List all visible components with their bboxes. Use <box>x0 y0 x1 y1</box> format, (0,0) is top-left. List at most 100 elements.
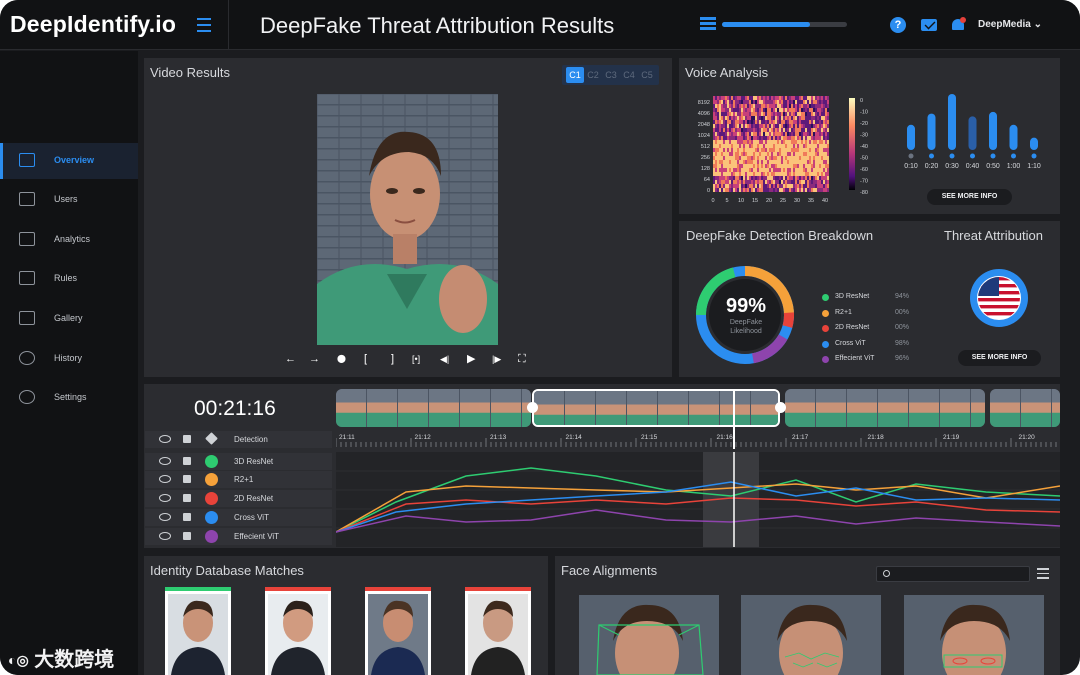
thumbnail-strip[interactable] <box>336 389 1060 427</box>
step-forward-button[interactable]: |▶ <box>492 352 501 366</box>
sidebar-item-users[interactable]: Users <box>0 182 138 218</box>
user-menu[interactable]: DeepMedia ⌄ <box>978 19 1042 30</box>
spectrogram-cell <box>823 160 825 164</box>
clip-selection-button[interactable]: [•] <box>412 352 420 366</box>
spectrogram-cell <box>815 172 817 176</box>
spectrogram-cell <box>783 108 785 112</box>
spectrogram-cell <box>759 128 761 132</box>
track-row-3d-resnet[interactable]: 3D ResNet <box>145 453 332 470</box>
history-icon <box>19 351 35 365</box>
face-search-input[interactable] <box>876 566 1030 582</box>
spectrogram-cell <box>713 160 715 164</box>
identity-match-card[interactable] <box>465 587 531 675</box>
sidebar-item-analytics[interactable]: Analytics <box>0 222 138 258</box>
time-ruler[interactable]: 21:11 21:12 21:13 21:14 21:15 21:16 21:17 21:18… <box>336 430 1060 448</box>
spectrogram-cell <box>793 120 795 124</box>
help-icon[interactable]: ? <box>890 17 906 33</box>
spectrogram-cell <box>741 164 743 168</box>
clip-segment[interactable] <box>785 389 985 427</box>
spectrogram-cell <box>823 128 825 132</box>
prev-frame-button[interactable]: ← <box>285 352 296 366</box>
notification-bell-icon[interactable] <box>951 17 966 33</box>
fullscreen-icon[interactable]: ⛶ <box>518 352 526 366</box>
sidebar-item-history[interactable]: History <box>0 341 138 377</box>
spectrogram-cell <box>783 112 785 116</box>
trim-handle[interactable] <box>527 402 538 413</box>
clip-segment[interactable] <box>336 389 531 427</box>
lock-icon[interactable] <box>183 494 191 502</box>
spectrogram-cell <box>771 120 773 124</box>
track-row-cross-vit[interactable]: Cross ViT <box>145 509 332 526</box>
selected-clip-segment[interactable] <box>532 389 780 427</box>
spectrogram-cell <box>825 140 827 144</box>
spectrogram-cell <box>777 148 779 152</box>
face-alignment-thumbnail[interactable] <box>741 595 881 675</box>
lock-icon[interactable] <box>183 513 191 521</box>
identity-match-card[interactable] <box>265 587 331 675</box>
identity-match-card[interactable] <box>365 587 431 675</box>
sidebar-item-gallery[interactable]: Gallery <box>0 301 138 337</box>
tab-camera-3[interactable]: C3 <box>602 67 620 83</box>
voice-see-more-button[interactable]: SEE MORE INFO <box>927 189 1012 205</box>
clip-segment[interactable] <box>990 389 1060 427</box>
hamburger-menu-icon[interactable] <box>192 14 216 36</box>
spectrogram-cell <box>789 180 791 184</box>
step-back-button[interactable]: ◀| <box>440 352 449 366</box>
spectrogram-cell <box>783 136 785 140</box>
sidebar-item-rules[interactable]: Rules <box>0 261 138 297</box>
sidebar-item-settings[interactable]: Settings <box>0 380 138 416</box>
spectrogram-cell <box>735 96 737 100</box>
identity-match-card[interactable] <box>165 587 231 675</box>
lock-icon[interactable] <box>183 457 191 465</box>
lock-icon[interactable] <box>183 475 191 483</box>
tab-camera-2[interactable]: C2 <box>584 67 602 83</box>
detection-timeline-graph[interactable] <box>336 452 1060 547</box>
spectrogram-cell <box>721 160 723 164</box>
spectrogram-cell <box>809 144 811 148</box>
filter-settings-icon[interactable] <box>1037 568 1049 579</box>
lock-icon[interactable] <box>183 532 191 540</box>
visibility-eye-icon[interactable] <box>159 513 171 521</box>
mail-icon[interactable] <box>921 19 937 31</box>
trim-handle[interactable] <box>775 402 786 413</box>
video-frame-thumbnail <box>336 389 366 427</box>
spectrogram-cell <box>825 144 827 148</box>
video-player[interactable] <box>317 94 498 345</box>
marker-button[interactable]: ⬤ <box>337 352 346 366</box>
spectrogram-cell <box>725 140 727 144</box>
next-frame-button[interactable]: → <box>309 352 320 366</box>
face-alignment-thumbnail[interactable] <box>579 595 719 675</box>
spectrogram-cell <box>773 104 775 108</box>
spectrogram-cell <box>775 176 777 180</box>
visibility-all-eye-icon[interactable] <box>159 435 171 443</box>
attribution-see-more-button[interactable]: SEE MORE INFO <box>958 350 1041 366</box>
spectrogram-cell <box>761 160 763 164</box>
queue-list-icon[interactable] <box>700 17 716 31</box>
spectrogram-cell <box>785 112 787 116</box>
playhead[interactable] <box>733 389 735 449</box>
spectrogram-cell <box>811 112 813 116</box>
brand-logo[interactable]: DeepIdentify.io <box>10 11 176 38</box>
visibility-eye-icon[interactable] <box>159 494 171 502</box>
spectrogram-cell <box>753 188 755 192</box>
lock-all-icon[interactable] <box>183 435 191 443</box>
visibility-eye-icon[interactable] <box>159 475 171 483</box>
track-row-r2plus1[interactable]: R2+1 <box>145 471 332 488</box>
sidebar-item-overview[interactable]: Overview <box>0 143 138 179</box>
mark-out-button[interactable]: ] <box>391 352 394 366</box>
list-icon <box>19 271 35 285</box>
tab-camera-4[interactable]: C4 <box>620 67 638 83</box>
face-alignment-thumbnail[interactable] <box>904 595 1044 675</box>
voice-activity-bar-chart: 0:10 0:20 0:30 0:40 0:50 1:00 1:10 <box>904 94 1041 170</box>
spectrogram-cell <box>773 120 775 124</box>
spectrogram-cell <box>721 132 723 136</box>
track-row-effecient-vit[interactable]: Effecient ViT <box>145 528 332 545</box>
visibility-eye-icon[interactable] <box>159 457 171 465</box>
play-button[interactable]: ▶ <box>467 352 475 366</box>
tab-camera-1[interactable]: C1 <box>566 67 584 83</box>
visibility-eye-icon[interactable] <box>159 532 171 540</box>
track-row-2d-resnet[interactable]: 2D ResNet <box>145 490 332 507</box>
spectrogram-cell <box>741 176 743 180</box>
mark-in-button[interactable]: [ <box>364 352 367 366</box>
tab-camera-5[interactable]: C5 <box>638 67 656 83</box>
